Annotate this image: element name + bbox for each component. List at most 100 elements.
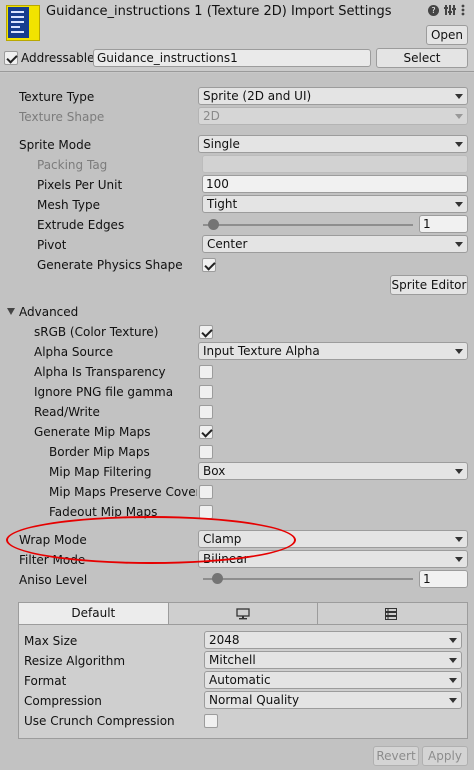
texture-shape-value: 2D: [203, 109, 220, 123]
aniso-level-label: Aniso Level: [19, 573, 88, 587]
apply-button[interactable]: Apply: [422, 746, 468, 766]
read-write-label: Read/Write: [34, 405, 100, 419]
more-options-icon[interactable]: [460, 3, 466, 17]
texture-shape-dropdown: 2D: [198, 107, 468, 125]
mesh-type-label: Mesh Type: [37, 198, 100, 212]
generate-mip-maps-label: Generate Mip Maps: [34, 425, 151, 439]
generate-mip-maps-checkbox[interactable]: [199, 425, 213, 439]
mip-map-filtering-value: Box: [203, 464, 226, 478]
extrude-edges-label: Extrude Edges: [37, 218, 125, 232]
preset-icon[interactable]: [444, 3, 456, 17]
format-value: Automatic: [209, 673, 271, 687]
mip-map-filtering-dropdown[interactable]: Box: [198, 462, 468, 480]
alpha-source-label: Alpha Source: [34, 345, 114, 359]
compression-label: Compression: [24, 694, 102, 708]
monitor-icon: [236, 608, 250, 623]
chevron-down-icon: [455, 469, 463, 474]
pivot-label: Pivot: [37, 238, 67, 252]
texture-shape-label: Texture Shape: [19, 110, 105, 124]
pivot-value: Center: [207, 237, 248, 251]
open-button[interactable]: Open: [426, 25, 468, 45]
sprite-editor-button[interactable]: Sprite Editor: [390, 275, 468, 295]
packing-tag-field: [202, 155, 468, 173]
addressable-checkbox[interactable]: [4, 51, 18, 65]
texture-type-label: Texture Type: [19, 90, 95, 104]
mip-maps-preserve-coverage-label: Mip Maps Preserve Covera: [49, 485, 197, 499]
border-mip-maps-checkbox[interactable]: [199, 445, 213, 459]
generate-physics-shape-label: Generate Physics Shape: [37, 258, 183, 272]
pivot-dropdown[interactable]: Center: [202, 235, 468, 253]
texture-type-dropdown[interactable]: Sprite (2D and UI): [198, 87, 468, 105]
pixels-per-unit-field[interactable]: 100: [202, 175, 468, 193]
chevron-down-icon: [455, 202, 463, 207]
max-size-label: Max Size: [24, 634, 78, 648]
revert-button[interactable]: Revert: [373, 746, 419, 766]
compression-value: Normal Quality: [209, 693, 300, 707]
platform-tabs: DefaultDefault: [18, 602, 468, 625]
ignore-png-gamma-checkbox[interactable]: [199, 385, 213, 399]
aniso-level-field[interactable]: 1: [419, 570, 468, 588]
texture-asset-icon: [6, 5, 40, 41]
chevron-down-icon: [449, 678, 457, 683]
addressable-label: Addressable: [21, 51, 95, 65]
advanced-foldout-label[interactable]: Advanced: [19, 303, 78, 321]
inspector-header: Guidance_instructions 1 (Texture 2D) Imp…: [0, 0, 474, 72]
packing-tag-label: Packing Tag: [37, 158, 108, 172]
resize-algorithm-value: Mitchell: [209, 653, 256, 667]
srgb-label: sRGB (Color Texture): [34, 325, 159, 339]
srgb-checkbox[interactable]: [199, 325, 213, 339]
ignore-png-gamma-label: Ignore PNG file gamma: [34, 385, 174, 399]
use-crunch-compression-checkbox[interactable]: [204, 714, 218, 728]
extrude-edges-field[interactable]: 1: [419, 215, 468, 233]
server-icon: [385, 608, 398, 623]
mesh-type-value: Tight: [207, 197, 238, 211]
compression-dropdown[interactable]: Normal Quality: [204, 691, 462, 709]
aniso-level-slider-track[interactable]: [203, 578, 413, 580]
border-mip-maps-label: Border Mip Maps: [49, 445, 150, 459]
chevron-down-icon: [455, 537, 463, 542]
format-label: Format: [24, 674, 67, 688]
tab-default-label: Default: [71, 606, 116, 620]
max-size-value: 2048: [209, 633, 240, 647]
chevron-down-icon: [455, 94, 463, 99]
advanced-foldout-arrow-icon[interactable]: [7, 308, 15, 315]
chevron-down-icon: [455, 242, 463, 247]
generate-physics-shape-checkbox[interactable]: [202, 258, 216, 272]
chevron-down-icon: [455, 114, 463, 119]
max-size-dropdown[interactable]: 2048: [204, 631, 462, 649]
inspector-title: Guidance_instructions 1 (Texture 2D) Imp…: [46, 4, 392, 19]
pixels-per-unit-label: Pixels Per Unit: [37, 178, 123, 192]
use-crunch-compression-label: Use Crunch Compression: [24, 714, 175, 728]
sprite-mode-value: Single: [203, 137, 240, 151]
extrude-edges-slider-handle[interactable]: [208, 219, 219, 230]
tab-standalone[interactable]: [169, 603, 319, 624]
chevron-down-icon: [455, 557, 463, 562]
chevron-down-icon: [455, 349, 463, 354]
wrap-mode-annotation-ellipse: [6, 516, 296, 564]
read-write-checkbox[interactable]: [199, 405, 213, 419]
format-dropdown[interactable]: Automatic: [204, 671, 462, 689]
alpha-source-value: Input Texture Alpha: [203, 344, 320, 358]
address-field[interactable]: Guidance_instructions1: [93, 49, 371, 67]
resize-algorithm-label: Resize Algorithm: [24, 654, 126, 668]
chevron-down-icon: [449, 658, 457, 663]
help-icon[interactable]: ?: [428, 5, 439, 16]
mip-map-filtering-label: Mip Map Filtering: [49, 465, 152, 479]
alpha-source-dropdown[interactable]: Input Texture Alpha: [198, 342, 468, 360]
alpha-is-transparency-checkbox[interactable]: [199, 365, 213, 379]
texture-type-value: Sprite (2D and UI): [203, 89, 312, 103]
extrude-edges-slider-track[interactable]: [203, 224, 413, 226]
aniso-level-slider-handle[interactable]: [212, 573, 223, 584]
mesh-type-dropdown[interactable]: Tight: [202, 195, 468, 213]
select-button[interactable]: Select: [376, 48, 468, 68]
sprite-mode-dropdown[interactable]: Single: [198, 135, 468, 153]
resize-algorithm-dropdown[interactable]: Mitchell: [204, 651, 462, 669]
tab-server[interactable]: [318, 603, 467, 624]
mip-maps-preserve-coverage-checkbox[interactable]: [199, 485, 213, 499]
tab-default[interactable]: DefaultDefault: [19, 603, 169, 624]
chevron-down-icon: [449, 638, 457, 643]
chevron-down-icon: [449, 698, 457, 703]
chevron-down-icon: [455, 142, 463, 147]
alpha-is-transparency-label: Alpha Is Transparency: [34, 365, 166, 379]
sprite-mode-label: Sprite Mode: [19, 138, 92, 152]
